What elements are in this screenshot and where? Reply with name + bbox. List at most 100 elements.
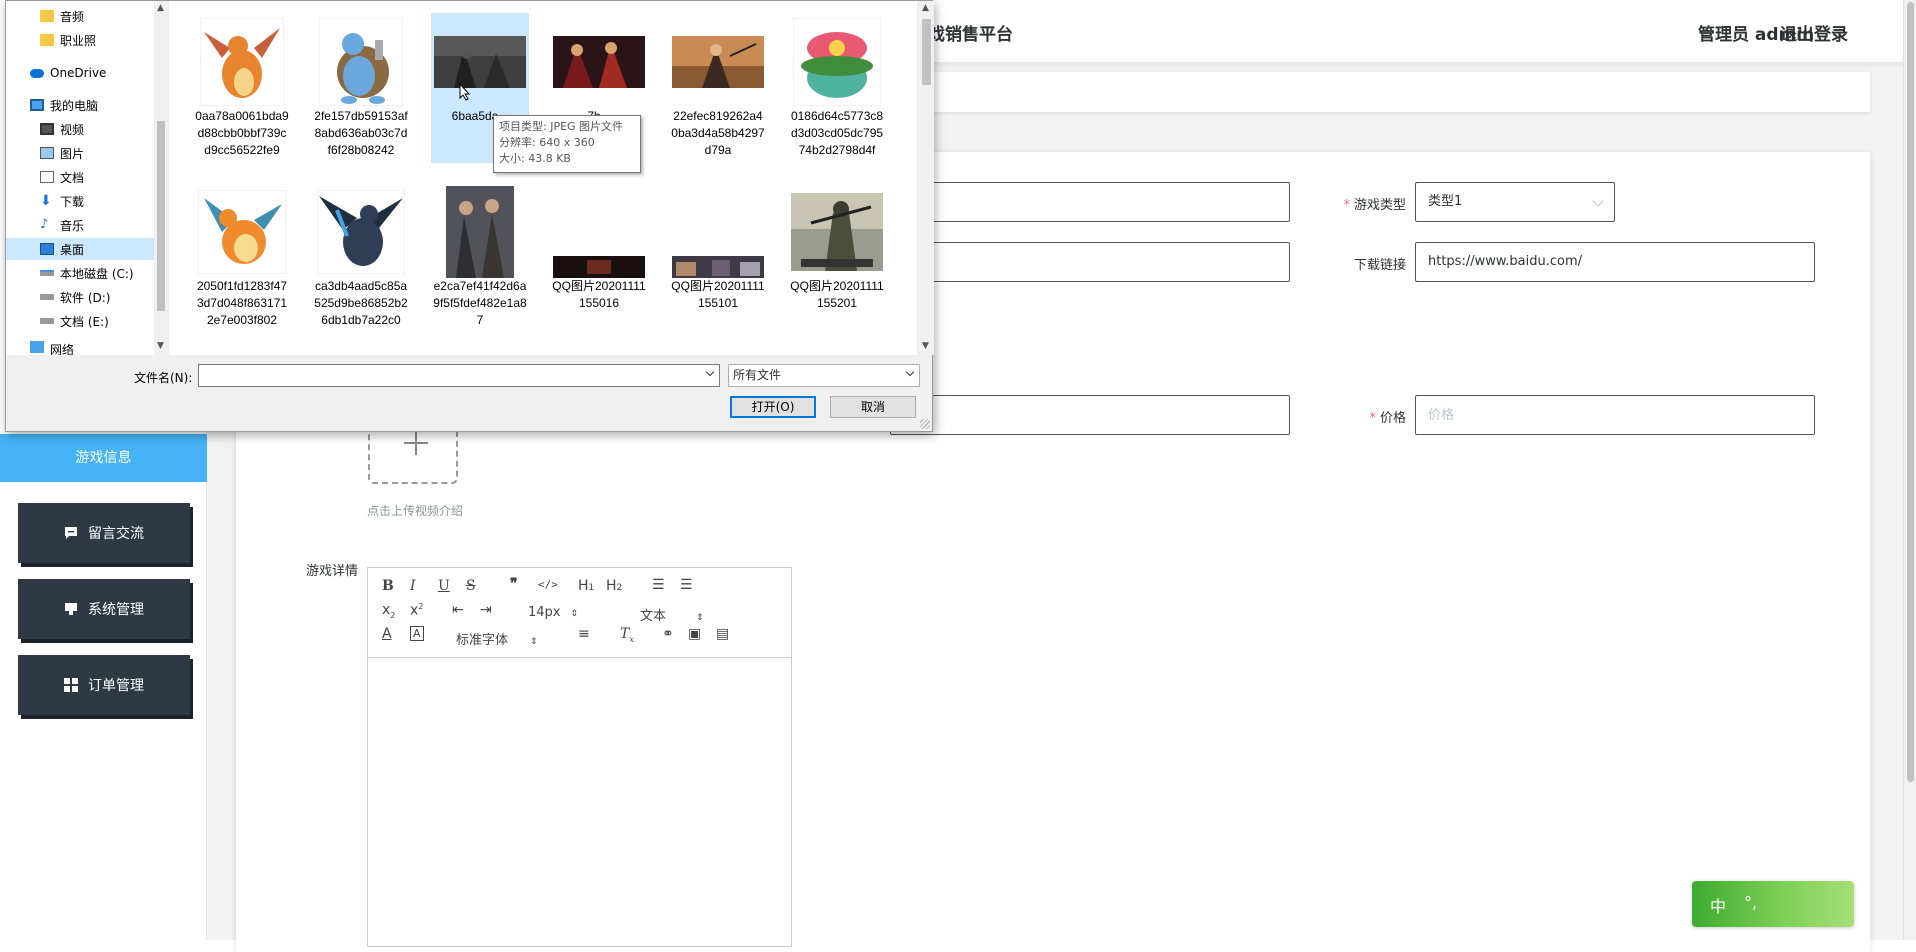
file-name: QQ图片20201111155101 (671, 279, 765, 310)
resize-grip[interactable] (920, 419, 930, 429)
music-icon: ♪ (40, 217, 49, 232)
nav-item-onedrive[interactable]: OneDrive (6, 62, 154, 84)
nav-item-videos[interactable]: 视频 (6, 118, 154, 140)
clear-format-button[interactable]: Tx (620, 626, 634, 644)
video-upload-hint: 点击上传视频介绍 (367, 504, 464, 518)
file-name: QQ图片20201111155016 (552, 279, 646, 310)
price-label: * 价格 (1369, 411, 1406, 426)
chevron-down-icon (1592, 195, 1604, 207)
download-icon: ⬇ (40, 193, 52, 209)
price-input[interactable] (1415, 395, 1815, 435)
game-name-input[interactable] (890, 182, 1290, 222)
download-link-input[interactable]: https://www.baidu.com/ (1415, 242, 1815, 282)
charizard-thumbnail (198, 190, 286, 274)
file-item[interactable]: e2ca7ef41f42d6a9f5f5fdef482e1a87 (431, 183, 529, 329)
sidebar-item-system[interactable]: 系统管理 (18, 579, 190, 639)
sidebar-item-game-info[interactable]: 游戏信息 (0, 434, 207, 482)
scroll-down-icon[interactable]: ▼ (922, 341, 929, 351)
superscript-button[interactable]: x2 (410, 602, 423, 619)
file-open-dialog: 音频 职业照 OneDrive 我的电脑 视频 图片 文档 ⬇ 下载 ♪ 音乐 桌面… (5, 0, 934, 432)
file-item[interactable]: 0186d64c5773c8d3d03cd05dc79574b2d2798d4f (788, 13, 886, 159)
vendor-input[interactable] (890, 395, 1290, 435)
nav-item-my-computer[interactable]: 我的电脑 (6, 94, 154, 116)
align-button[interactable]: ≡ (578, 626, 590, 642)
scroll-up-icon[interactable]: ▲ (922, 3, 929, 13)
file-item[interactable]: 22efec819262a40ba3d4a58b4297d79a (669, 13, 767, 159)
file-item[interactable]: ca3db4aad5c85a525d9be86852b26db1db7a22c0 (312, 183, 410, 329)
subscript-button[interactable]: x2 (382, 602, 395, 620)
page-scrollbar[interactable] (1903, 0, 1916, 940)
game-type-select[interactable]: 类型1 (1415, 182, 1615, 222)
grid-icon (64, 678, 78, 692)
underline-button[interactable]: U (438, 578, 450, 594)
font-family-select[interactable]: 标准字体 ⇕ (456, 629, 538, 648)
open-button[interactable]: 打开(O) (730, 396, 816, 418)
file-item[interactable]: 7b... (550, 13, 648, 125)
ime-indicator[interactable]: 中 °, (1692, 881, 1854, 927)
block-format-select[interactable]: 文本 ⇕ (640, 605, 704, 624)
link-icon[interactable]: ⚭ (662, 626, 674, 642)
nav-item-drive-d[interactable]: 软件 (D:) (6, 286, 154, 308)
video-icon[interactable]: ▤ (716, 626, 729, 642)
indent-button[interactable]: ⇥ (480, 602, 492, 618)
file-grid-scrollbar[interactable]: ▲ ▼ (918, 1, 934, 355)
file-item[interactable]: QQ图片20201111155201 (788, 183, 886, 312)
strike-button[interactable]: S (466, 578, 476, 594)
image-icon[interactable]: ▣ (688, 626, 701, 642)
ime-mode: 中 (1710, 897, 1727, 916)
nav-item-photos[interactable]: 职业照 (6, 29, 154, 51)
cancel-button[interactable]: 取消 (830, 396, 916, 418)
game-detail-label: 游戏详情 (305, 564, 358, 579)
drive-icon (40, 270, 54, 276)
document-icon (40, 171, 54, 183)
sidebar-item-orders[interactable]: 订单管理 (18, 655, 190, 715)
h1-button[interactable]: H1 (578, 578, 594, 594)
dark-knight-thumbnail (434, 36, 526, 88)
file-type-filter[interactable]: 所有文件 (728, 364, 920, 387)
folder-icon (40, 34, 54, 46)
ordered-list-button[interactable]: ☰ (652, 577, 665, 593)
nav-item-documents[interactable]: 文档 (6, 166, 154, 188)
bold-button[interactable]: B (382, 578, 394, 594)
nav-item-music[interactable]: ♪ 音乐 (6, 214, 154, 236)
cloud-icon (30, 68, 44, 78)
sidebar-item-messages[interactable]: 留言交流 (18, 503, 190, 563)
venusaur-thumbnail (793, 18, 881, 106)
text-color-button[interactable]: A (382, 626, 392, 642)
outdent-button[interactable]: ⇤ (452, 602, 464, 618)
file-item[interactable]: QQ图片20201111155016 (550, 183, 648, 312)
nav-item-network[interactable]: 网络 (6, 341, 154, 355)
code-button[interactable]: </> (538, 578, 558, 591)
nav-item-pictures[interactable]: 图片 (6, 142, 154, 164)
sidebar-item-label: 系统管理 (88, 602, 144, 618)
file-item[interactable]: 0aa78a0061bda9d88cbb0bbf739cd9cc56522fe9 (193, 13, 291, 159)
mouse-cursor-icon (459, 83, 471, 101)
nav-item-downloads[interactable]: ⬇ 下载 (6, 190, 154, 212)
nav-item-drive-c[interactable]: 本地磁盘 (C:) (6, 262, 154, 284)
italic-button[interactable]: I (410, 578, 416, 594)
nav-item-audio[interactable]: 音频 (6, 5, 154, 27)
nav-item-desktop[interactable]: 桌面 (6, 238, 154, 260)
logout-link[interactable]: 退出登录 (1780, 20, 1848, 45)
nav-item-drive-e[interactable]: 文档 (E:) (6, 310, 154, 332)
bullet-list-button[interactable]: ☰ (680, 577, 693, 593)
font-size-select[interactable]: 14px ⇕ (528, 605, 578, 620)
dark-banner-thumbnail (553, 256, 645, 278)
file-name: 0186d64c5773c8d3d03cd05dc79574b2d2798d4f (790, 109, 884, 157)
game-field-2-input[interactable] (890, 242, 1290, 282)
nav-scrollbar[interactable]: ▲ ▼ (154, 1, 168, 355)
filename-input[interactable] (198, 364, 720, 387)
rich-text-editor[interactable]: B I U S ❞ </> H1 H2 ☰ ☰ x2 x2 ⇤ ⇥ 14px ⇕ … (367, 567, 792, 947)
file-item[interactable]: QQ图片20201111155101 (669, 183, 767, 312)
chevron-down-icon[interactable] (705, 367, 715, 377)
file-name: QQ图片20201111155201 (790, 279, 884, 310)
h2-button[interactable]: H2 (606, 578, 622, 594)
scroll-down-icon[interactable]: ▼ (157, 341, 164, 351)
background-color-button[interactable]: A (410, 626, 424, 641)
file-item[interactable]: 2050f1fd1283f473d7d048f8631712e7e003f802 (193, 183, 291, 329)
scroll-up-icon[interactable]: ▲ (157, 3, 164, 13)
blockquote-button[interactable]: ❞ (510, 576, 518, 592)
battlegrounds-thumbnail (791, 193, 883, 271)
file-item[interactable]: 2fe157db59153af8abd636ab03c7df6f28b08242 (312, 13, 410, 159)
charizard-thumbnail (200, 18, 284, 106)
